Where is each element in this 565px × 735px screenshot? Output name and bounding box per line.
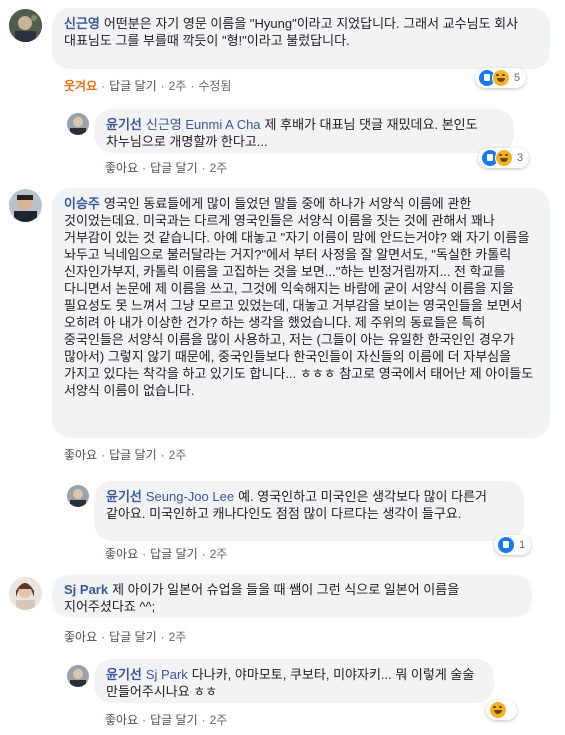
comment-author[interactable]: 윤기선 <box>106 117 142 132</box>
mention-tag[interactable]: 신근영 Eunmi A Cha <box>146 117 261 132</box>
comment-bubble: 신근영 어떤분은 자기 영문 이름을 "Hyung"이라고 지었답니다. 그래서 … <box>52 8 550 69</box>
timestamp[interactable]: 2주 <box>210 161 228 175</box>
comment-actions: 좋아요 · 답글 달기 · 2주 <box>64 448 187 462</box>
reaction-summary[interactable]: 5 <box>475 68 527 88</box>
mention-tag[interactable]: Sj Park <box>146 667 188 682</box>
avatar-image <box>9 9 42 42</box>
avatar[interactable] <box>9 9 42 42</box>
reaction-summary[interactable]: 1 <box>494 535 532 555</box>
comment-author[interactable]: Sj Park <box>64 582 108 597</box>
comment-author[interactable]: 윤기선 <box>106 489 142 504</box>
haha-icon <box>489 701 507 719</box>
timestamp[interactable]: 2주 <box>210 547 228 561</box>
timestamp[interactable]: 2주 <box>210 713 228 727</box>
like-button[interactable]: 좋아요 <box>64 448 97 462</box>
comment-text: 제 아이가 일본어 슈업을 들을 때 쌤이 그런 식으로 일본어 이름을 지어주… <box>64 582 460 614</box>
reaction-count: 3 <box>517 152 524 164</box>
reaction-button[interactable]: 웃겨요 <box>64 79 97 93</box>
like-button[interactable]: 좋아요 <box>105 713 138 727</box>
like-button[interactable]: 좋아요 <box>105 161 138 175</box>
like-icon <box>497 536 515 554</box>
avatar[interactable] <box>67 485 89 507</box>
reaction-count: 5 <box>514 72 521 84</box>
avatar-image <box>67 485 89 507</box>
mention-tag[interactable]: Seung-Joo Lee <box>146 489 234 504</box>
comment-author[interactable]: 윤기선 <box>106 667 142 682</box>
reply-button[interactable]: 답글 달기 <box>109 448 157 462</box>
comment-actions: 좋아요 · 답글 달기 · 2주 <box>105 161 228 175</box>
avatar-image <box>67 665 89 687</box>
comment-text: 어떤분은 자기 영문 이름을 "Hyung"이라고 지었답니다. 그래서 교수님… <box>64 16 519 48</box>
avatar-image <box>9 577 42 610</box>
reply-button[interactable]: 답글 달기 <box>150 713 198 727</box>
comment-bubble: 윤기선 Sj Park 다나카, 야마모토, 쿠보타, 미야자키... 뭐 이렇게 … <box>94 659 494 703</box>
comment-actions: 좋아요 · 답글 달기 · 2주 <box>105 713 228 727</box>
reaction-summary[interactable] <box>486 700 517 720</box>
reply-button[interactable]: 답글 달기 <box>109 79 157 93</box>
comment-bubble: 윤기선 신근영 Eunmi A Cha 제 후배가 대표님 댓글 재밌데요. 본인도… <box>94 109 514 153</box>
comment-author[interactable]: 신근영 <box>64 16 100 31</box>
comment-bubble: Sj Park 제 아이가 일본어 슈업을 들을 때 쌤이 그런 식으로 일본어 … <box>52 574 532 618</box>
edited-label[interactable]: 수정됨 <box>198 79 231 93</box>
avatar-image <box>67 113 89 135</box>
reply-button[interactable]: 답글 달기 <box>150 161 198 175</box>
comment-bubble: 윤기선 Seung-Joo Lee 예. 영국인하고 미국인은 생각보다 많이 다른… <box>94 481 524 541</box>
like-button[interactable]: 좋아요 <box>64 630 97 644</box>
avatar[interactable] <box>67 113 89 135</box>
reply-button[interactable]: 답글 달기 <box>109 630 157 644</box>
reaction-count: 1 <box>519 539 526 551</box>
reply-button[interactable]: 답글 달기 <box>150 547 198 561</box>
comment-author[interactable]: 이승주 <box>64 196 100 211</box>
timestamp[interactable]: 2주 <box>169 79 187 93</box>
timestamp[interactable]: 2주 <box>169 448 187 462</box>
avatar[interactable] <box>9 189 42 222</box>
avatar[interactable] <box>67 665 89 687</box>
like-button[interactable]: 좋아요 <box>105 547 138 561</box>
comment-bubble: 이승주 영국인 동료들에게 많이 들었던 말들 중에 하나가 서양식 이름에 관한… <box>52 188 550 438</box>
reaction-summary[interactable]: 3 <box>478 148 530 168</box>
comment-actions: 좋아요 · 답글 달기 · 2주 <box>64 630 187 644</box>
comment-actions: 좋아요 · 답글 달기 · 2주 <box>105 547 228 561</box>
timestamp[interactable]: 2주 <box>169 630 187 644</box>
comment-actions: 웃겨요 · 답글 달기 · 2주 · 수정됨 <box>64 79 232 93</box>
avatar[interactable] <box>9 577 42 610</box>
haha-icon <box>492 69 510 87</box>
avatar-image <box>9 189 42 222</box>
comment-text: 영국인 동료들에게 많이 들었던 말들 중에 하나가 서양식 이름에 관한 것이… <box>64 196 534 398</box>
haha-icon <box>495 149 513 167</box>
